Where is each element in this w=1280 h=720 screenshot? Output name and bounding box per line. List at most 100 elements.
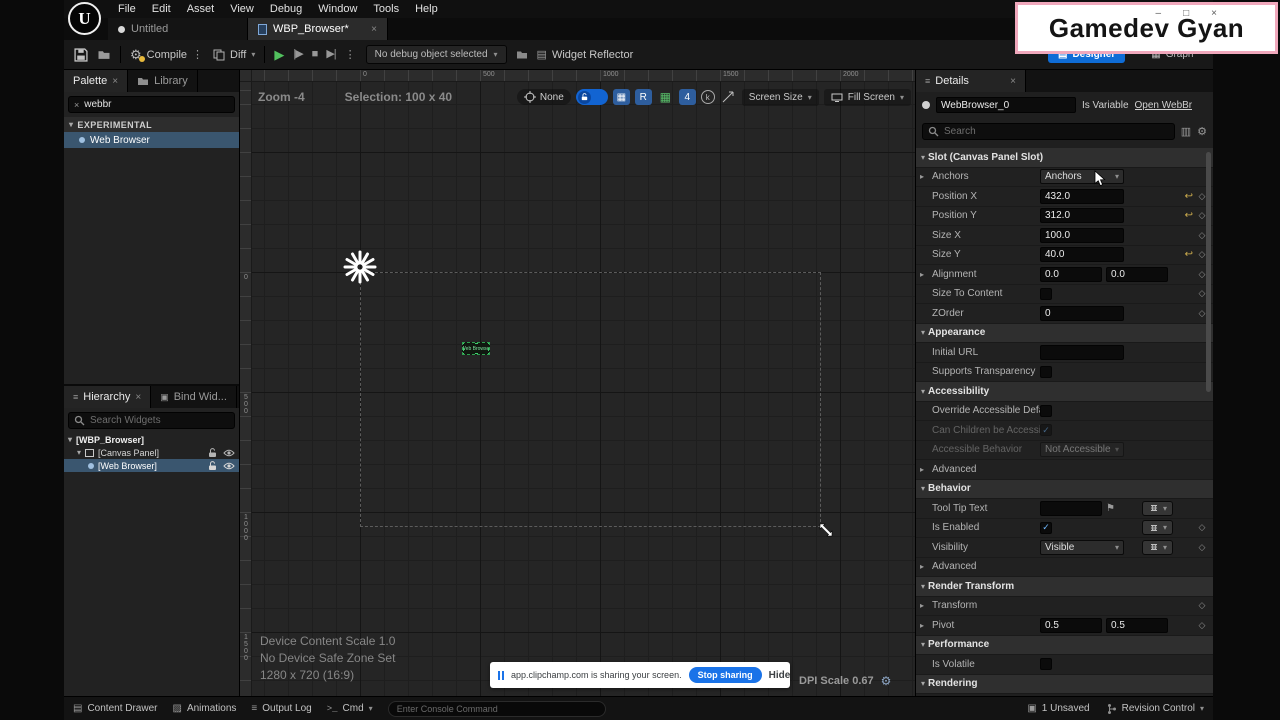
edit-condition-icon[interactable]: ◇ xyxy=(1197,600,1207,611)
step-button[interactable]: ▶| xyxy=(326,49,336,60)
grid-size-badge[interactable]: 4 xyxy=(678,89,696,105)
close-icon[interactable]: × xyxy=(1010,76,1016,87)
initial-url-input[interactable] xyxy=(1040,344,1124,360)
close-tab-icon[interactable]: × xyxy=(371,24,377,35)
compile-button[interactable]: ⚙ Compile ⋮ xyxy=(130,48,204,62)
pivot-input-0[interactable]: 0.5 xyxy=(1040,617,1102,633)
resize-handle[interactable] xyxy=(475,353,478,354)
localization-preview-icon[interactable]: k xyxy=(700,90,715,104)
canvas-grid[interactable]: Web Browser Zoom -4 Selection: 100 x 40 … xyxy=(252,82,915,696)
debug-browse-icon[interactable] xyxy=(516,49,528,60)
reset-to-default-icon[interactable]: ↩ xyxy=(1185,210,1193,221)
snap-grid-icon[interactable]: ▦ xyxy=(657,89,674,105)
cmd-dropdown[interactable]: >_ Cmd ▾ xyxy=(327,703,373,714)
supports-transparency-checkbox[interactable] xyxy=(1040,365,1052,378)
stop-sharing-button[interactable]: Stop sharing xyxy=(688,667,762,683)
hide-button[interactable]: Hide xyxy=(769,670,791,681)
menu-asset[interactable]: Asset xyxy=(179,1,223,17)
expand-arrow-icon[interactable]: ▾ xyxy=(68,435,72,444)
clear-search-icon[interactable]: × xyxy=(74,100,79,110)
web-browser-widget[interactable]: Web Browser xyxy=(462,342,490,355)
expander-icon[interactable]: ▸ xyxy=(920,465,932,474)
unsaved-button[interactable]: ▣ 1 Unsaved xyxy=(1027,703,1089,714)
display-filter-icon[interactable]: ▥ xyxy=(1181,125,1191,138)
details-section-accessibility[interactable]: ▾ Accessibility xyxy=(916,382,1213,402)
settings-gear-icon[interactable]: ⚙ xyxy=(1197,125,1207,138)
expander-icon[interactable]: ▸ xyxy=(920,270,932,279)
pivot-input-1[interactable]: 0.5 xyxy=(1106,617,1168,633)
expander-icon[interactable]: ▸ xyxy=(920,172,932,181)
tool-tip-text-input[interactable] xyxy=(1040,500,1102,516)
diff-button[interactable]: Diff ▾ xyxy=(213,49,255,61)
close-icon[interactable]: × xyxy=(135,392,141,403)
fill-screen-dropdown[interactable]: Fill Screen ▾ xyxy=(823,88,911,106)
override-accessible-defaults-checkbox[interactable] xyxy=(1040,404,1052,417)
resize-handle[interactable] xyxy=(463,343,464,344)
resize-handle[interactable] xyxy=(488,353,489,354)
menu-tools[interactable]: Tools xyxy=(365,1,407,17)
respect-locks-toggle[interactable]: R xyxy=(634,89,652,105)
zorder-input[interactable]: 0 xyxy=(1040,305,1124,321)
screen-size-dropdown[interactable]: Screen Size ▾ xyxy=(741,88,819,106)
revision-control-button[interactable]: Revision Control ▾ xyxy=(1107,703,1204,715)
close-icon[interactable]: × xyxy=(112,76,118,87)
lock-toggle[interactable] xyxy=(575,89,608,105)
stop-button[interactable]: ■ xyxy=(312,49,319,60)
edit-condition-icon[interactable]: ◇ xyxy=(1197,542,1207,553)
details-scrollbar[interactable] xyxy=(1206,152,1211,392)
tab-wbp-browser[interactable]: WBP_Browser* × xyxy=(248,18,388,40)
can-children-be-accessible-checkbox[interactable]: ✓ xyxy=(1040,424,1052,437)
details-section-render-transform[interactable]: ▾ Render Transform xyxy=(916,577,1213,597)
compile-options-icon[interactable]: ⋮ xyxy=(192,48,204,61)
tree-row-web-browser[interactable]: [Web Browser] xyxy=(64,459,239,472)
tab-untitled[interactable]: Untitled xyxy=(108,18,248,40)
is-volatile-checkbox[interactable] xyxy=(1040,658,1052,671)
eye-icon[interactable] xyxy=(223,462,235,470)
dpi-settings-gear-icon[interactable]: ⚙ xyxy=(881,674,892,688)
resize-handle[interactable] xyxy=(463,353,464,354)
palette-search-input[interactable]: × webbr xyxy=(68,96,235,113)
tree-row-root[interactable]: ▾ [WBP_Browser] xyxy=(64,433,239,446)
resize-handle[interactable] xyxy=(463,348,464,351)
expander-icon[interactable]: ▸ xyxy=(920,621,932,630)
tab-palette[interactable]: Palette × xyxy=(64,70,129,92)
curve-icon[interactable] xyxy=(720,89,737,105)
anchors-dropdown[interactable]: Anchors ▾ xyxy=(1040,169,1124,185)
content-drawer-button[interactable]: ▤ Content Drawer xyxy=(73,703,157,714)
debug-object-dropdown[interactable]: No debug object selected ▾ xyxy=(365,45,507,64)
lock-icon[interactable] xyxy=(208,460,217,471)
alignment-input-0[interactable]: 0.0 xyxy=(1040,266,1102,282)
output-log-button[interactable]: ≡ Output Log xyxy=(251,703,311,714)
size-x-input[interactable]: 100.0 xyxy=(1040,227,1124,243)
details-section-behavior[interactable]: ▾ Behavior xyxy=(916,479,1213,499)
play-button[interactable]: ▶ xyxy=(274,48,284,61)
palette-category-experimental[interactable]: ▾ EXPERIMENTAL xyxy=(64,117,239,132)
position-y-input[interactable]: 312.0 xyxy=(1040,208,1124,224)
resize-handle[interactable] xyxy=(475,343,478,344)
size-y-input[interactable]: 40.0 xyxy=(1040,247,1124,263)
bind-button[interactable]: ▾ xyxy=(1141,500,1173,516)
eye-icon[interactable] xyxy=(223,449,235,457)
reset-to-default-icon[interactable]: ↩ xyxy=(1185,249,1193,260)
lock-icon[interactable] xyxy=(208,447,217,458)
minimize-icon[interactable]: – xyxy=(1156,8,1162,19)
browse-content-button[interactable] xyxy=(97,49,111,60)
aim-dropdown[interactable]: None xyxy=(516,89,571,105)
menu-view[interactable]: View xyxy=(222,1,262,17)
tab-bind-widgets[interactable]: ▣ Bind Wid... xyxy=(151,386,237,408)
maximize-icon[interactable]: □ xyxy=(1183,8,1189,19)
save-button[interactable] xyxy=(74,47,88,62)
localize-flag-icon[interactable]: ⚑ xyxy=(1106,503,1115,514)
menu-window[interactable]: Window xyxy=(310,1,365,17)
close-icon[interactable]: × xyxy=(1211,8,1217,19)
object-name-input[interactable]: WebBrowser_0 xyxy=(936,97,1076,113)
details-section-rendering[interactable]: ▾ Rendering xyxy=(916,674,1213,694)
hierarchy-search-input[interactable]: Search Widgets xyxy=(68,412,235,429)
alignment-grid-icon[interactable]: ▦ xyxy=(612,89,630,105)
menu-edit[interactable]: Edit xyxy=(144,1,179,17)
play-options-icon[interactable]: ⋮ xyxy=(345,48,357,61)
tab-library[interactable]: Library xyxy=(128,70,198,92)
bind-button[interactable]: ▾ xyxy=(1141,520,1173,536)
reset-to-default-icon[interactable]: ↩ xyxy=(1185,191,1193,202)
resize-handle[interactable] xyxy=(488,348,489,351)
